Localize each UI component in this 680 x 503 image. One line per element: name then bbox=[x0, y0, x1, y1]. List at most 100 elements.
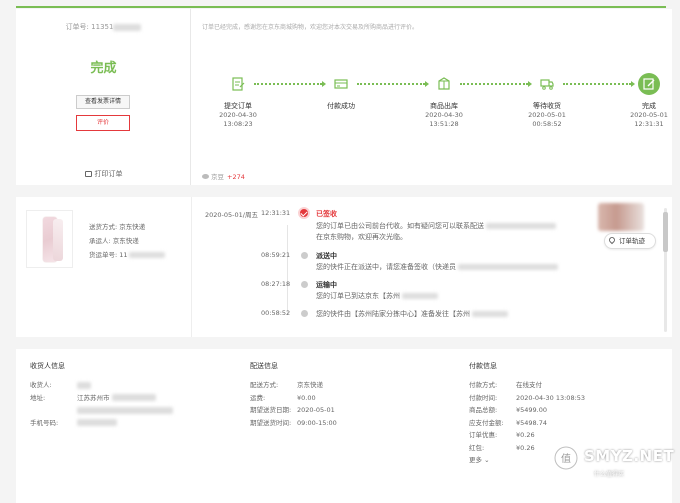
tracking-no-redacted bbox=[129, 252, 166, 258]
courier-avatar bbox=[598, 203, 644, 231]
tracking-desc-line: 您的快件正在派送中，请您准备签收（快递员 bbox=[316, 263, 456, 271]
warehouse-icon bbox=[433, 73, 455, 95]
address-row-2 bbox=[30, 404, 173, 417]
tracking-desc-line: 您的快件由【苏州陆家分拣中心】准备发往【苏州 bbox=[316, 310, 470, 318]
review-button[interactable]: 评价 bbox=[76, 115, 130, 131]
step-date: 2020-05-01 bbox=[630, 111, 668, 119]
bean-label: 京豆 bbox=[211, 173, 224, 181]
step-name: 提交订单 bbox=[224, 102, 252, 110]
phone-image-back bbox=[53, 219, 63, 261]
payment-icon bbox=[330, 73, 352, 95]
step-submit-order: 提交订单 2020-04-30 13:08:23 bbox=[198, 73, 278, 129]
step-name: 商品出库 bbox=[430, 102, 458, 110]
payment-value: ¥5498.74 bbox=[516, 418, 548, 427]
delivery-key: 配送方式: bbox=[250, 381, 279, 389]
redacted bbox=[486, 223, 556, 229]
payment-row: 付款时间: 2020-04-30 13:08:53 bbox=[469, 392, 585, 405]
view-invoice-button[interactable]: 查看发票详情 bbox=[76, 95, 130, 109]
tracking-no-value: 11 bbox=[119, 251, 128, 259]
phone-row: 手机号码: bbox=[30, 417, 173, 430]
tracking-desc-line: 您的订单已由公司前台代收。如有疑问您可以联系配送 bbox=[316, 222, 484, 230]
more-label: 更多 bbox=[469, 456, 482, 464]
step-warehouse-out: 商品出库 2020-04-30 13:51:28 bbox=[404, 73, 484, 129]
delivery-value: ¥0.00 bbox=[297, 393, 316, 402]
product-thumbnail[interactable] bbox=[26, 210, 73, 268]
tracking-dot bbox=[301, 281, 308, 288]
watermark-logo: 值 bbox=[554, 446, 578, 470]
step-time: 13:08:23 bbox=[223, 120, 253, 128]
order-status-title: 完成 bbox=[90, 61, 117, 76]
payment-value: 在线支付 bbox=[516, 381, 542, 389]
order-number-label: 订单号: bbox=[65, 23, 89, 31]
step-time: 12:31:31 bbox=[634, 120, 664, 128]
tracking-desc: 您的订单已由公司前台代收。如有疑问您可以联系配送 bbox=[316, 221, 556, 231]
payment-value: 2020-04-30 13:08:53 bbox=[516, 393, 586, 402]
tracking-title: 运输中 bbox=[316, 281, 337, 289]
order-details-card: 收货人信息 收货人: 地址: 江苏苏州市 手机号码: 配送信息 配送方式: 京东快递… bbox=[16, 349, 672, 503]
address-row: 地址: 江苏苏州市 bbox=[30, 392, 173, 405]
shipment-info: 送货方式: 京东快递 承运人: 京东快递 货运单号: 11 bbox=[89, 220, 166, 262]
tracking-dot bbox=[301, 310, 308, 317]
tracking-time: 08:59:21 bbox=[261, 251, 291, 259]
step-time: 00:58:52 bbox=[532, 120, 562, 128]
order-number-redacted bbox=[113, 23, 142, 31]
payment-value: ¥5499.00 bbox=[516, 406, 548, 414]
payment-row: 订单优惠: ¥0.26 bbox=[469, 429, 585, 442]
ship-method-value: 京东快递 bbox=[119, 223, 146, 231]
completion-notice: 订单已经完成，感谢您在京东商城购物，欢迎您对本次交易及所购商品进行评价。 bbox=[202, 24, 419, 31]
tracking-no-label: 货运单号: bbox=[89, 251, 118, 259]
payment-row: 应支付金额: ¥5498.74 bbox=[469, 417, 585, 430]
order-number: 订单号: 11351 bbox=[16, 22, 191, 32]
location-pin-icon bbox=[607, 235, 617, 245]
chevron-down-icon: ⌄ bbox=[484, 456, 490, 464]
green-accent-bar bbox=[16, 6, 666, 8]
complete-icon bbox=[638, 73, 660, 95]
tracking-scroll-thumb[interactable] bbox=[663, 212, 668, 252]
address-redacted bbox=[77, 406, 173, 414]
delivery-row: 期望送货日期: 2020-05-01 bbox=[250, 404, 337, 417]
delivery-value: 2020-05-01 bbox=[297, 406, 335, 414]
order-track-button[interactable]: 订单轨迹 bbox=[604, 233, 656, 249]
jingdou-reward: 京豆 +274 bbox=[202, 171, 245, 181]
step-date: 2020-04-30 bbox=[219, 111, 257, 119]
tracking-date: 2020-05-01/周五 bbox=[205, 211, 258, 219]
submit-order-icon bbox=[227, 73, 249, 95]
tracking-title: 派送中 bbox=[316, 252, 337, 260]
order-progress: 提交订单 2020-04-30 13:08:23 付款成功 商品出库 2020-… bbox=[194, 73, 672, 143]
delivery-key: 期望送货时间: bbox=[250, 418, 292, 427]
step-payment: 付款成功 bbox=[301, 73, 381, 111]
redacted bbox=[458, 264, 558, 270]
payment-row: 商品总额: ¥5499.00 bbox=[469, 404, 585, 417]
delivery-key: 运费: bbox=[250, 393, 266, 402]
delivery-info-title: 配送信息 bbox=[250, 362, 278, 370]
delivery-row: 期望送货时间: 09:00-15:00 bbox=[250, 417, 337, 430]
tracking-desc: 您的订单已到达京东【苏州 bbox=[316, 291, 438, 301]
receiver-info: 收货人信息 收货人: 地址: 江苏苏州市 手机号码: bbox=[30, 361, 173, 429]
printer-icon bbox=[84, 171, 92, 177]
delivery-value: 京东快递 bbox=[297, 381, 323, 389]
watermark-text: SMYZ.NET bbox=[584, 447, 675, 465]
tracking-desc-line: 您的订单已到达京东【苏州 bbox=[316, 292, 400, 300]
receiver-name-row: 收货人: bbox=[30, 379, 173, 392]
redacted bbox=[402, 293, 438, 299]
tracking-dot bbox=[301, 252, 308, 259]
tracking-time: 12:31:31 bbox=[261, 209, 291, 217]
tracking-time: 00:58:52 bbox=[261, 309, 291, 317]
truck-icon bbox=[536, 73, 558, 95]
delivery-info: 配送信息 配送方式: 京东快递 运费: ¥0.00 期望送货日期: 2020-05-0… bbox=[250, 361, 337, 429]
payment-key: 付款时间: bbox=[469, 393, 498, 402]
order-summary-column: 订单号: 11351 完成 查看发票详情 评价 打印订单 bbox=[16, 9, 191, 185]
payment-key: 订单优惠: bbox=[469, 431, 498, 439]
order-track-label: 订单轨迹 bbox=[619, 237, 645, 245]
delivery-row: 运费: ¥0.00 bbox=[250, 392, 337, 405]
tracking-desc: 您的快件由【苏州陆家分拣中心】准备发往【苏州 bbox=[316, 309, 508, 319]
print-order-link[interactable]: 打印订单 bbox=[16, 169, 191, 179]
step-name: 付款成功 bbox=[327, 102, 355, 110]
address-value: 江苏苏州市 bbox=[77, 393, 110, 402]
step-date: 2020-04-30 bbox=[425, 111, 463, 119]
payment-key: 应支付金额: bbox=[469, 418, 504, 427]
step-complete: 完成 2020-05-01 12:31:31 bbox=[609, 73, 680, 129]
step-name: 等待收货 bbox=[533, 102, 561, 110]
payment-key: 红包: bbox=[469, 443, 485, 452]
payment-key: 付款方式: bbox=[469, 381, 498, 389]
